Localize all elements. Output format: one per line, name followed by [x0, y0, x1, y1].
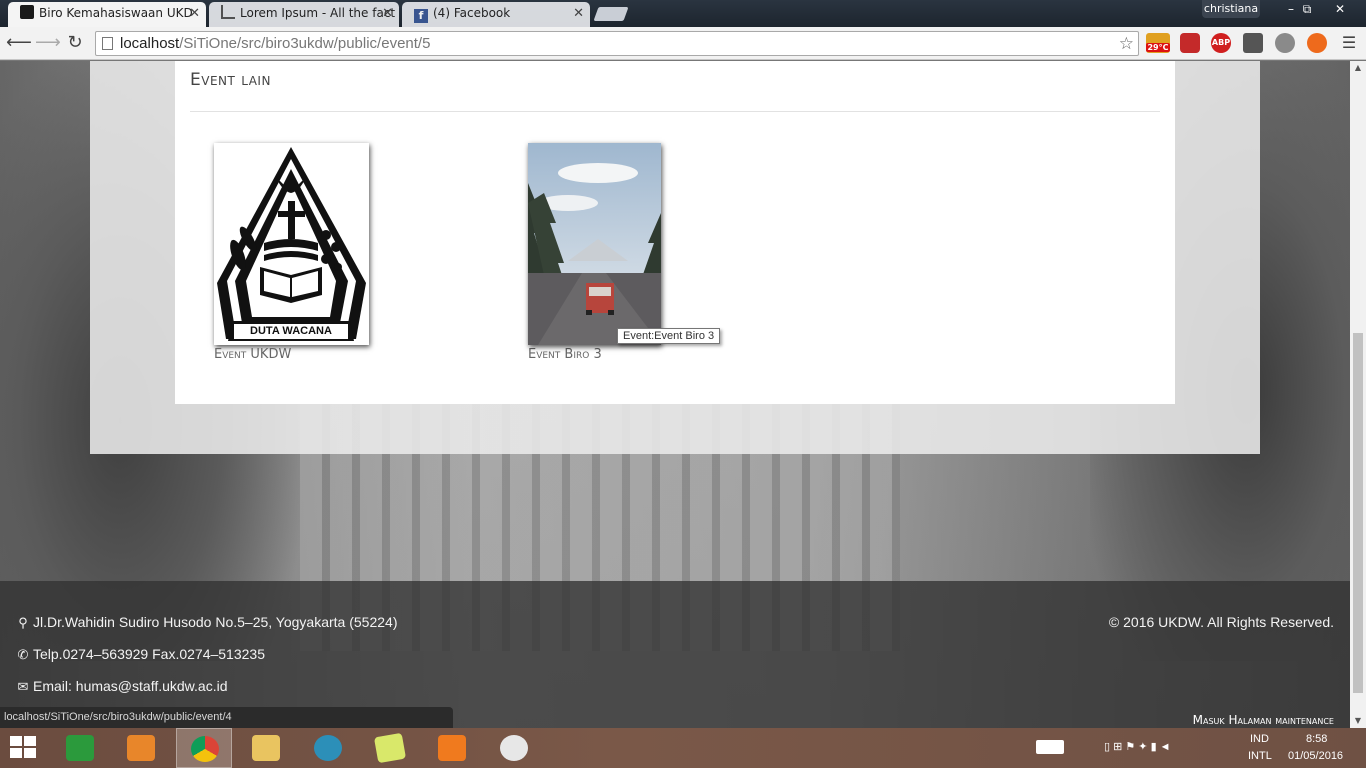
page-icon — [102, 37, 113, 50]
status-bubble: localhost/SiTiOne/src/biro3ukdw/public/e… — [0, 707, 453, 728]
weather-icon[interactable]: 29°C — [1146, 33, 1170, 53]
event-card-ukdw[interactable]: DUTA WACANA Event UKDW — [214, 143, 369, 362]
close-window-icon[interactable]: ✕ — [1325, 0, 1355, 18]
tab-facebook[interactable]: f (4) Facebook ✕ — [402, 2, 590, 27]
tray-icons[interactable]: ▯ ⊞ ⚑ ✦ ▮ ◄ — [1104, 740, 1171, 753]
windows-taskbar: ▯ ⊞ ⚑ ✦ ▮ ◄ IND INTL 8:58 01/05/2016 — [0, 728, 1366, 768]
phone-icon: ✆ — [17, 647, 29, 662]
windows-start-icon[interactable] — [10, 736, 38, 760]
footer-address: ⚲ Jl.Dr.Wahidin Sudiro Husodo No.5–25, Yo… — [16, 614, 397, 631]
tooltip: Event:Event Biro 3 — [617, 328, 721, 344]
tab-title: Biro Kemahasiswaan UKD — [39, 6, 193, 20]
facebook-favicon-icon: f — [414, 9, 428, 23]
maintenance-link[interactable]: Masuk Halaman maintenance — [1193, 713, 1334, 727]
rocket-icon[interactable] — [1307, 33, 1327, 53]
close-tab-icon[interactable]: ✕ — [573, 2, 584, 25]
forward-icon[interactable]: ⟶ — [35, 32, 61, 54]
address-bar[interactable]: localhost/SiTiOne/src/biro3ukdw/public/e… — [95, 31, 1139, 56]
weather-temp-badge: 29°C — [1146, 43, 1170, 52]
page-viewport: Event lain DUTA WACANA Event UKDW Event … — [0, 61, 1350, 728]
event-label[interactable]: Event Biro 3 — [528, 347, 661, 362]
tab-title: (4) Facebook — [433, 6, 511, 20]
back-icon[interactable]: ⟵ — [6, 32, 32, 54]
address-text: Jl.Dr.Wahidin Sudiro Husodo No.5–25, Yog… — [33, 614, 398, 630]
language-top[interactable]: IND — [1250, 733, 1269, 745]
address-path: /SiTiOne/src/biro3ukdw/public/event/5 — [179, 35, 431, 52]
email-text: Email: humas@staff.ukdw.ac.id — [33, 678, 228, 694]
badge-icon[interactable] — [1243, 33, 1263, 53]
chrome-icon[interactable] — [176, 728, 232, 768]
road-photo — [528, 143, 661, 345]
event-label[interactable]: Event UKDW — [214, 347, 369, 362]
duta-wacana-logo — [214, 143, 369, 345]
ukdw-favicon-icon — [20, 5, 34, 19]
close-tab-icon[interactable]: ✕ — [382, 2, 393, 25]
scroll-down-icon[interactable]: ▼ — [1350, 714, 1366, 728]
browser-toolbar: ⟵ ⟶ ↻ localhost/SiTiOne/src/biro3ukdw/pu… — [0, 27, 1366, 60]
event-image-ukdw[interactable]: DUTA WACANA — [214, 143, 369, 345]
footer-email: ✉ Email: humas@staff.ukdw.ac.id — [16, 678, 228, 695]
browser-tab-strip: Biro Kemahasiswaan UKD ✕ Lorem Ipsum - A… — [0, 0, 1366, 27]
clock-date[interactable]: 01/05/2016 — [1288, 750, 1343, 762]
lorem-favicon-icon — [221, 5, 235, 19]
shield-icon[interactable] — [1180, 33, 1200, 53]
scroll-up-icon[interactable]: ▲ — [1350, 61, 1366, 75]
close-tab-icon[interactable]: ✕ — [189, 2, 200, 25]
language-bottom[interactable]: INTL — [1248, 750, 1272, 762]
tab-title: Lorem Ipsum - All the fact — [240, 6, 396, 20]
event-image-biro3[interactable] — [528, 143, 661, 345]
sticky-notes-icon[interactable] — [362, 728, 418, 768]
site-footer: ⚲ Jl.Dr.Wahidin Sudiro Husodo No.5–25, Yo… — [0, 581, 1350, 728]
clock-time[interactable]: 8:58 — [1306, 733, 1327, 745]
tab-lorem-ipsum[interactable]: Lorem Ipsum - All the fact ✕ — [209, 2, 399, 27]
tab-biro-kemahasiswaan[interactable]: Biro Kemahasiswaan UKD ✕ — [8, 2, 206, 27]
store-icon[interactable] — [52, 728, 108, 768]
abp-icon[interactable]: ABP — [1211, 33, 1231, 53]
profile-badge[interactable]: christiana — [1202, 0, 1260, 18]
address-host: localhost — [120, 35, 180, 52]
reload-icon[interactable]: ↻ — [64, 32, 86, 54]
divider — [190, 111, 1160, 112]
chrome-menu-icon[interactable]: ☰ — [1338, 32, 1360, 54]
network-app-icon[interactable] — [300, 728, 356, 768]
media-player-icon[interactable] — [113, 728, 169, 768]
footer-phone: ✆ Telp.0274–563929 Fax.0274–513235 — [16, 646, 265, 663]
new-tab-button[interactable] — [593, 7, 629, 21]
bookmark-star-icon[interactable]: ☆ — [1119, 32, 1134, 55]
section-title: Event lain — [190, 70, 271, 90]
file-explorer-icon[interactable] — [238, 728, 294, 768]
scroll-thumb[interactable] — [1353, 333, 1363, 693]
restore-icon[interactable]: ⧉ — [1292, 0, 1322, 18]
copyright: © 2016 UKDW. All Rights Reserved. — [1108, 614, 1334, 630]
keyboard-icon[interactable] — [1034, 728, 1066, 768]
page-scrollbar[interactable]: ▲ ▼ — [1350, 61, 1366, 728]
phone-text: Telp.0274–563929 Fax.0274–513235 — [33, 646, 265, 662]
logo-text: DUTA WACANA — [250, 325, 332, 337]
map-marker-icon: ⚲ — [18, 615, 28, 630]
power-icon[interactable] — [1275, 33, 1295, 53]
envelope-icon: ✉ — [17, 679, 29, 694]
snipping-tool-icon[interactable] — [486, 728, 542, 768]
xampp-icon[interactable] — [424, 728, 480, 768]
